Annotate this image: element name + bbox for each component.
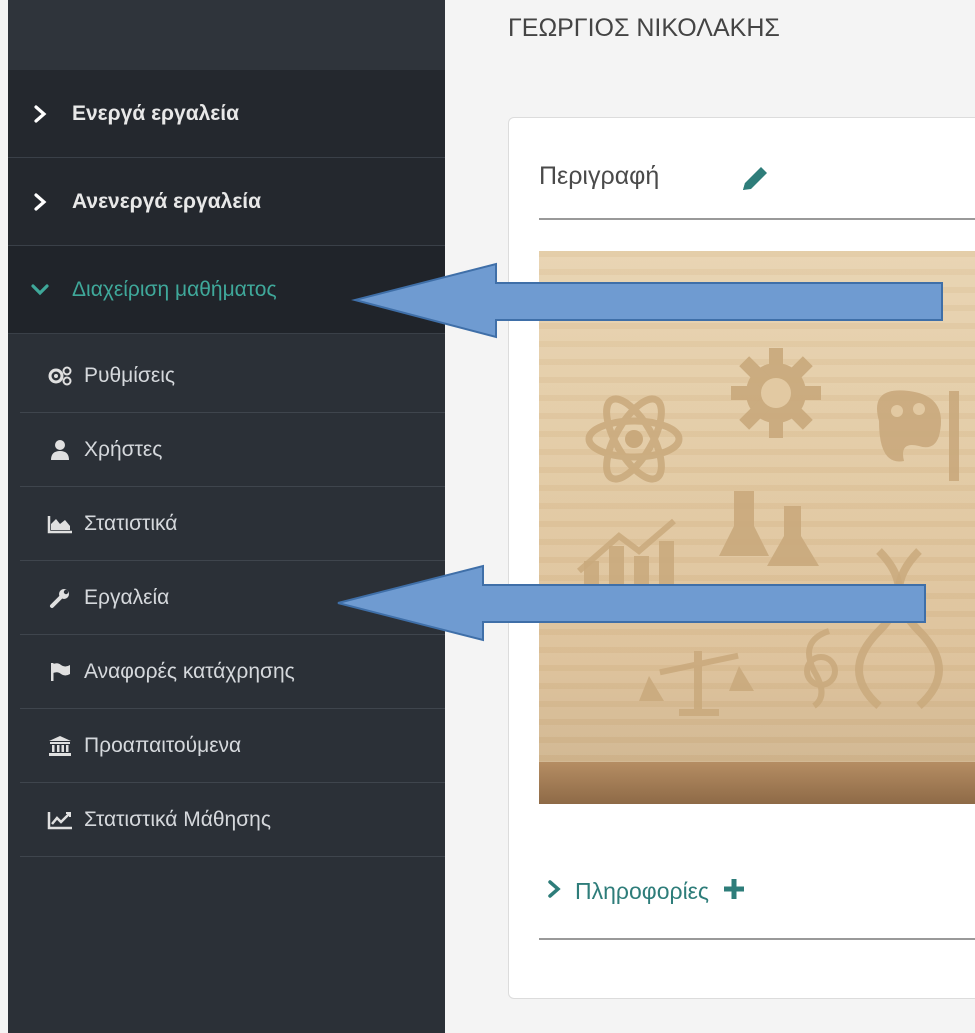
annotation-arrows [337,262,943,642]
annotation-arrow-course-management [351,262,943,339]
annotation-arrow-tools [337,564,926,642]
